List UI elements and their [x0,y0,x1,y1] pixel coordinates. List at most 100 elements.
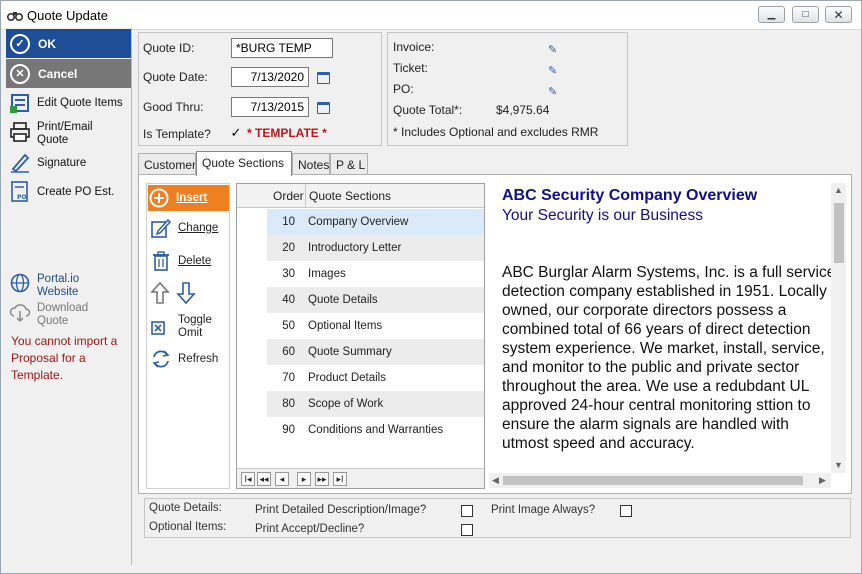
tab-customer[interactable]: Customer [138,153,196,175]
next-page-button[interactable]: ▸▸ [315,472,329,486]
table-row[interactable]: 30 Images [237,261,484,287]
print-image-always-checkbox[interactable] [620,505,632,517]
quote-id-label: Quote ID: [143,41,195,55]
cancel-button[interactable]: ✕ Cancel [6,59,131,88]
table-row[interactable]: 10 Company Overview [237,209,484,235]
portal-io-link[interactable]: Portal.io Website [9,272,85,299]
grid-navigator: I◂ ◂◂ ◂ ▸ ▸▸ ▸I [237,468,484,488]
order-cell: 80 [282,398,295,410]
refresh-icon [152,350,170,368]
create-po-est-button[interactable]: PO Create PO Est. [9,180,114,202]
change-button[interactable]: Change [150,217,218,239]
print-accept-decline-checkbox[interactable] [461,524,473,536]
good-thru-field[interactable] [231,97,309,117]
table-row[interactable]: 20 Introductory Letter [237,235,484,261]
po-pencil-icon[interactable]: ✎ [548,85,559,98]
is-template-checkbox[interactable]: ✓ [230,126,242,140]
order-cell: 70 [282,372,295,384]
tab-quote-sections[interactable]: Quote Sections [196,151,292,176]
close-button[interactable]: ✕ [825,6,852,23]
last-record-button[interactable]: ▸I [333,472,347,486]
download-quote-button: Download Quote [9,301,97,328]
delete-button[interactable]: Delete [150,250,211,272]
previous-page-button[interactable]: ◂◂ [257,472,271,486]
print-image-always-label: Print Image Always? [491,504,596,516]
good-thru-label: Good Thru: [143,100,204,114]
tab-notes[interactable]: Notes [292,153,330,175]
window-title: Quote Update [27,8,108,23]
section-cell: Company Overview [308,216,409,228]
vertical-scroll-thumb[interactable] [834,203,844,263]
section-preview: ABC Security Company Overview Your Secur… [489,183,844,481]
create-po-est-label: Create PO Est. [37,186,115,198]
preview-title: ABC Security Company Overview [502,187,758,204]
invoice-pencil-icon[interactable]: ✎ [548,43,559,56]
section-cell: Scope of Work [308,398,384,410]
download-quote-label: Download Quote [37,302,89,327]
print-email-quote-button[interactable]: Print/Email Quote [9,121,129,147]
toggle-omit-icon [151,321,165,335]
ok-button[interactable]: ✓ OK [6,29,131,58]
optional-items-label: Optional Items: [149,521,227,533]
ticket-pencil-icon[interactable]: ✎ [548,64,559,77]
maximize-button[interactable]: □ [792,6,819,23]
quote-date-label: Quote Date: [143,70,208,84]
move-down-icon[interactable] [176,281,196,305]
order-cell: 50 [282,320,295,332]
order-cell: 10 [282,216,295,228]
scroll-up-arrow-icon[interactable]: ▲ [834,185,843,195]
section-cell: Optional Items [308,320,383,332]
scroll-right-arrow-icon[interactable]: ▶ [819,475,826,486]
section-cell: Quote Details [308,294,378,306]
table-row[interactable]: 80 Scope of Work [237,391,484,417]
table-row[interactable]: 60 Quote Summary [237,339,484,365]
signature-button[interactable]: Signature [9,151,86,173]
toggle-omit-button[interactable]: Toggle Omit [150,314,216,340]
previous-record-button[interactable]: ◂ [275,472,289,486]
first-record-button[interactable]: I◂ [241,472,255,486]
table-row[interactable]: 40 Quote Details [237,287,484,313]
change-label: Change [178,222,219,234]
sidebar: ✓ OK ✕ Cancel Edit Quote Items Print/Ema… [3,28,132,565]
section-cell: Product Details [308,372,386,384]
order-cell: 90 [282,424,295,436]
order-cell: 30 [282,268,295,280]
quote-sections-column-header[interactable]: Quote Sections [309,189,391,203]
edit-quote-items-button[interactable]: Edit Quote Items [9,92,123,114]
move-up-icon[interactable] [150,281,170,305]
scroll-down-arrow-icon[interactable]: ▼ [834,460,843,470]
insert-button[interactable]: Insert [148,185,229,211]
next-record-button[interactable]: ▸ [297,472,311,486]
table-row[interactable]: 50 Optional Items [237,313,484,339]
preview-vertical-scrollbar[interactable]: ▲ ▼ [831,183,846,473]
horizontal-scroll-thumb[interactable] [503,476,803,485]
section-cell: Introductory Letter [308,242,402,254]
pen-icon [11,153,30,173]
grid-header: Order Quote Sections [237,184,484,208]
minimize-button[interactable]: ▁ [758,6,785,23]
refresh-label: Refresh [178,353,219,365]
tab-p-and-l[interactable]: P & L [330,153,368,175]
order-cell: 40 [282,294,295,306]
table-row[interactable]: 70 Product Details [237,365,484,391]
preview-horizontal-scrollbar[interactable]: ◀ ▶ [489,473,831,488]
scroll-left-arrow-icon[interactable]: ◀ [492,475,499,486]
order-cell: 20 [282,242,295,254]
print-detailed-description-checkbox[interactable] [461,505,473,517]
order-column-header[interactable]: Order [273,189,304,203]
plus-circle-icon [149,188,169,208]
quote-date-calendar-icon[interactable] [317,72,330,84]
edit-items-icon [10,94,29,113]
table-row[interactable]: 90 Conditions and Warranties [237,417,484,443]
quote-id-field[interactable] [231,38,333,58]
quote-update-window: Quote Update ▁ □ ✕ ✓ OK ✕ Cancel Edit Qu… [0,0,862,574]
check-circle-icon: ✓ [10,33,30,54]
print-email-quote-label: Print/Email Quote [37,121,93,146]
quote-date-field[interactable] [231,67,309,87]
section-actions: Insert Change Delete Toggle Omit Refresh [146,183,230,489]
toggle-omit-label: Toggle Omit [178,314,212,339]
quote-total-value: $4,975.64 [496,103,550,117]
good-thru-calendar-icon[interactable] [317,102,330,114]
quote-details-label: Quote Details: [149,502,222,514]
refresh-button[interactable]: Refresh [150,348,218,370]
